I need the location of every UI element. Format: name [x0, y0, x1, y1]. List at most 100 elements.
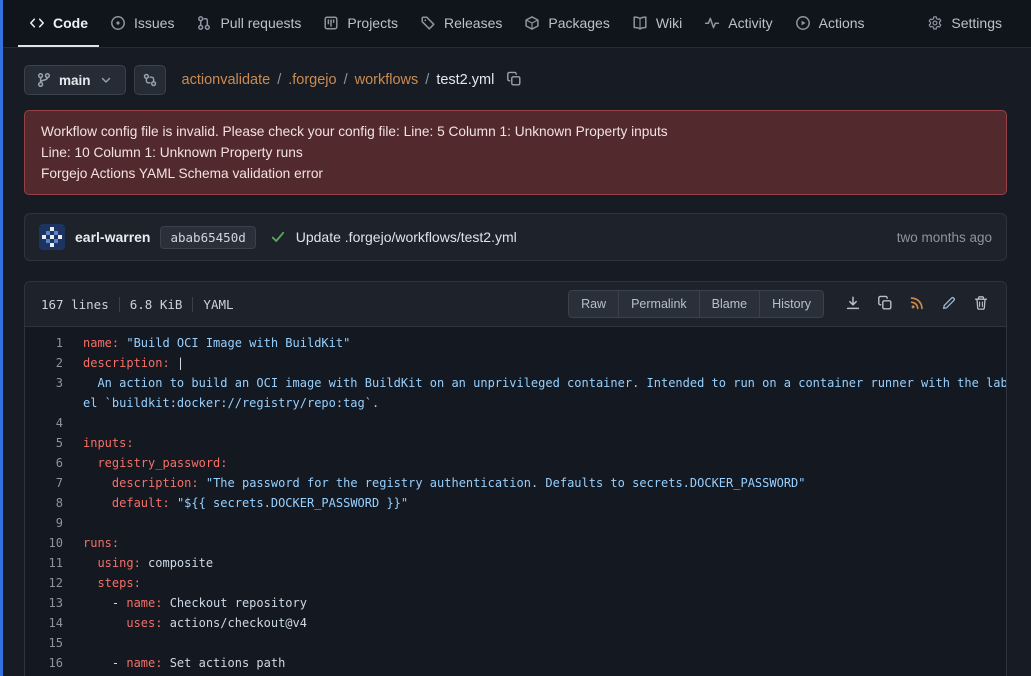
breadcrumb-link[interactable]: actionvalidate	[182, 72, 271, 88]
line-number[interactable]: 8	[25, 493, 63, 513]
error-banner-line: Workflow config file is invalid. Please …	[41, 121, 990, 142]
code-line-content: registry_password:	[63, 453, 228, 473]
file-language: YAML	[203, 297, 233, 312]
avatar[interactable]	[39, 224, 65, 250]
commit-message[interactable]: Update .forgejo/workflows/test2.yml	[296, 229, 517, 245]
compare-icon	[142, 72, 158, 88]
breadcrumb-link[interactable]: .forgejo	[288, 72, 336, 88]
nav-item-actions[interactable]: Actions	[784, 0, 876, 47]
code-line: 5inputs:	[25, 433, 1006, 453]
pencil-icon	[941, 295, 957, 314]
line-number[interactable]: 9	[25, 513, 63, 533]
code-line: 6 registry_password:	[25, 453, 1006, 473]
file-line-count: 167 lines	[41, 297, 109, 312]
code-line-content: - name: Checkout repository	[63, 593, 307, 613]
book-icon	[632, 15, 648, 31]
line-number[interactable]: 12	[25, 573, 63, 593]
code-line-content: - name: Set actions path	[63, 653, 285, 673]
commit-author[interactable]: earl-warren	[75, 229, 150, 245]
nav-item-wiki[interactable]: Wiki	[621, 0, 693, 47]
nav-item-packages[interactable]: Packages	[513, 0, 620, 47]
issue-icon	[110, 15, 126, 31]
permalink-button[interactable]: Permalink	[619, 290, 700, 318]
nav-item-issues[interactable]: Issues	[99, 0, 185, 47]
line-number[interactable]: 10	[25, 533, 63, 553]
copy-content-button[interactable]	[870, 290, 900, 318]
code-line-content	[63, 513, 90, 533]
line-number[interactable]: 14	[25, 613, 63, 633]
rss-feed-button[interactable]	[902, 290, 932, 318]
error-banner-line: Line: 10 Column 1: Unknown Property runs	[41, 142, 990, 163]
code-line: 15	[25, 633, 1006, 653]
copy-path-button[interactable]	[504, 69, 524, 92]
download-button[interactable]	[838, 290, 868, 318]
nav-item-settings[interactable]: Settings	[916, 0, 1013, 47]
file-view-buttons: RawPermalinkBlameHistory	[568, 290, 824, 318]
nav-item-activity[interactable]: Activity	[693, 0, 783, 47]
line-number[interactable]: 16	[25, 653, 63, 673]
breadcrumb: actionvalidate/.forgejo/workflows/test2.…	[182, 72, 495, 88]
raw-button[interactable]: Raw	[568, 290, 619, 318]
nav-item-label: Releases	[444, 15, 502, 31]
code-line-content: steps:	[63, 573, 141, 593]
play-icon	[795, 15, 811, 31]
commit-sha[interactable]: abab65450d	[160, 226, 255, 249]
check-icon	[270, 229, 286, 245]
nav-item-label: Code	[53, 15, 88, 31]
code-line: 10runs:	[25, 533, 1006, 553]
file-path-bar: main actionvalidate/.forgejo/workflows/t…	[24, 64, 1007, 96]
code-line-content: An action to build an OCI image with Bui…	[63, 373, 1007, 413]
nav-item-releases[interactable]: Releases	[409, 0, 513, 47]
copy-icon	[877, 295, 893, 314]
history-button[interactable]: History	[760, 290, 824, 318]
line-number[interactable]: 1	[25, 333, 63, 353]
line-number[interactable]: 3	[25, 373, 63, 413]
code-line: 12 steps:	[25, 573, 1006, 593]
repo-tabs: Code Issues Pull requestsProjects Releases P…	[18, 0, 876, 47]
line-number[interactable]: 4	[25, 413, 63, 433]
breadcrumb-separator: /	[425, 72, 429, 88]
breadcrumb-separator: /	[344, 72, 348, 88]
window-focus-border	[0, 0, 3, 676]
code-lines: 1name: "Build OCI Image with BuildKit"2d…	[25, 327, 1006, 676]
code-line: 13 - name: Checkout repository	[25, 593, 1006, 613]
nav-item-label: Settings	[951, 15, 1002, 31]
branch-selector[interactable]: main	[24, 65, 126, 95]
line-number[interactable]: 2	[25, 353, 63, 373]
trash-icon	[973, 295, 989, 314]
repo-nav-right: Settings	[916, 0, 1013, 47]
code-line-content: using: composite	[63, 553, 213, 573]
line-number[interactable]: 15	[25, 633, 63, 653]
nav-item-label: Wiki	[656, 15, 682, 31]
nav-item-label: Actions	[819, 15, 865, 31]
line-number[interactable]: 11	[25, 553, 63, 573]
line-number[interactable]: 5	[25, 433, 63, 453]
code-line: 16 - name: Set actions path	[25, 653, 1006, 673]
nav-item-code[interactable]: Code	[18, 0, 99, 47]
nav-item-label: Issues	[134, 15, 174, 31]
nav-item-pull-requests[interactable]: Pull requests	[185, 0, 312, 47]
line-number[interactable]: 13	[25, 593, 63, 613]
copy-icon	[506, 71, 522, 90]
delete-file-button[interactable]	[966, 290, 996, 318]
breadcrumb-separator: /	[277, 72, 281, 88]
nav-item-projects[interactable]: Projects	[312, 0, 409, 47]
tag-icon	[420, 15, 436, 31]
breadcrumb-link[interactable]: workflows	[355, 72, 419, 88]
error-banner-line: Forgejo Actions YAML Schema validation e…	[41, 163, 990, 184]
code-line: 11 using: composite	[25, 553, 1006, 573]
line-number[interactable]: 6	[25, 453, 63, 473]
line-number[interactable]: 7	[25, 473, 63, 493]
code-line: 8 default: "${{ secrets.DOCKER_PASSWORD …	[25, 493, 1006, 513]
code-icon	[29, 15, 45, 31]
code-line-content	[63, 633, 90, 653]
code-line-content: inputs:	[63, 433, 134, 453]
nav-item-label: Activity	[728, 15, 772, 31]
edit-file-button[interactable]	[934, 290, 964, 318]
download-icon	[845, 295, 861, 314]
code-line-content: uses: actions/checkout@v4	[63, 613, 307, 633]
chevron-down-icon	[98, 72, 114, 88]
commit-time: two months ago	[897, 230, 992, 245]
compare-button[interactable]	[134, 65, 166, 95]
blame-button[interactable]: Blame	[700, 290, 760, 318]
